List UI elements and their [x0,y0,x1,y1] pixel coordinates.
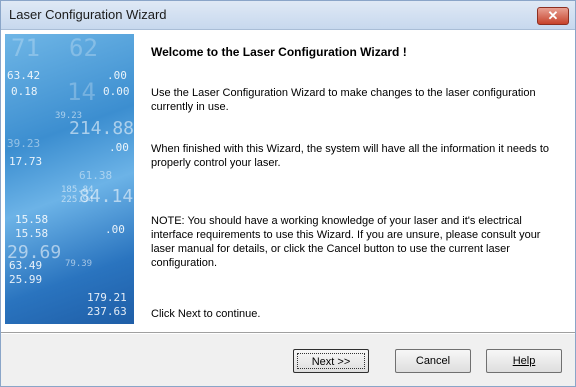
next-button[interactable]: Next >> [293,349,369,373]
art-number: 79.39 [65,259,93,269]
art-number: 237.63 [87,305,127,318]
art-number: 214.88 [69,118,134,139]
art-number: 61.38 [79,169,113,182]
art-number: 17.73 [9,155,43,168]
window-title: Laser Configuration Wizard [9,7,167,22]
art-number: 15.58 [15,227,49,240]
art-number: 62 [69,34,98,62]
finish-paragraph: When finished with this Wizard, the syst… [151,143,550,169]
close-button[interactable]: ✕ [537,7,569,25]
art-number: 84.14 [79,186,134,207]
wizard-heading: Welcome to the Laser Configuration Wizar… [151,45,407,59]
art-number: 14 [67,78,96,106]
art-number: 63.49 [9,259,43,272]
wizard-content: 71 62 63.42 .00 0.18 14 0.00 39.23 214.8… [1,30,575,332]
intro-paragraph: Use the Laser Configuration Wizard to ma… [151,87,536,113]
art-number: 15.58 [15,213,49,226]
art-number: .00 [107,69,127,82]
note-paragraph: NOTE: You should have a working knowledg… [151,215,541,269]
cancel-button[interactable]: Cancel [395,349,471,373]
wizard-window: Laser Configuration Wizard ✕ 71 62 63.42… [0,0,576,387]
art-number: 25.99 [9,273,43,286]
art-number: .00 [105,223,125,236]
continue-paragraph: Click Next to continue. [151,308,261,320]
art-number: 0.00 [103,85,130,98]
wizard-banner-image: 71 62 63.42 .00 0.18 14 0.00 39.23 214.8… [5,34,134,324]
footer-divider [1,332,575,334]
art-number: 63.42 [7,69,41,82]
title-bar[interactable]: Laser Configuration Wizard ✕ [1,1,575,30]
art-number: 179.21 [87,291,127,304]
next-button-label: Next >> [297,353,365,369]
art-number: .00 [109,141,129,154]
help-button[interactable]: Help [486,349,562,373]
art-number: 0.18 [11,85,38,98]
art-number: 71 [11,34,40,62]
art-number: 39.23 [7,137,41,150]
